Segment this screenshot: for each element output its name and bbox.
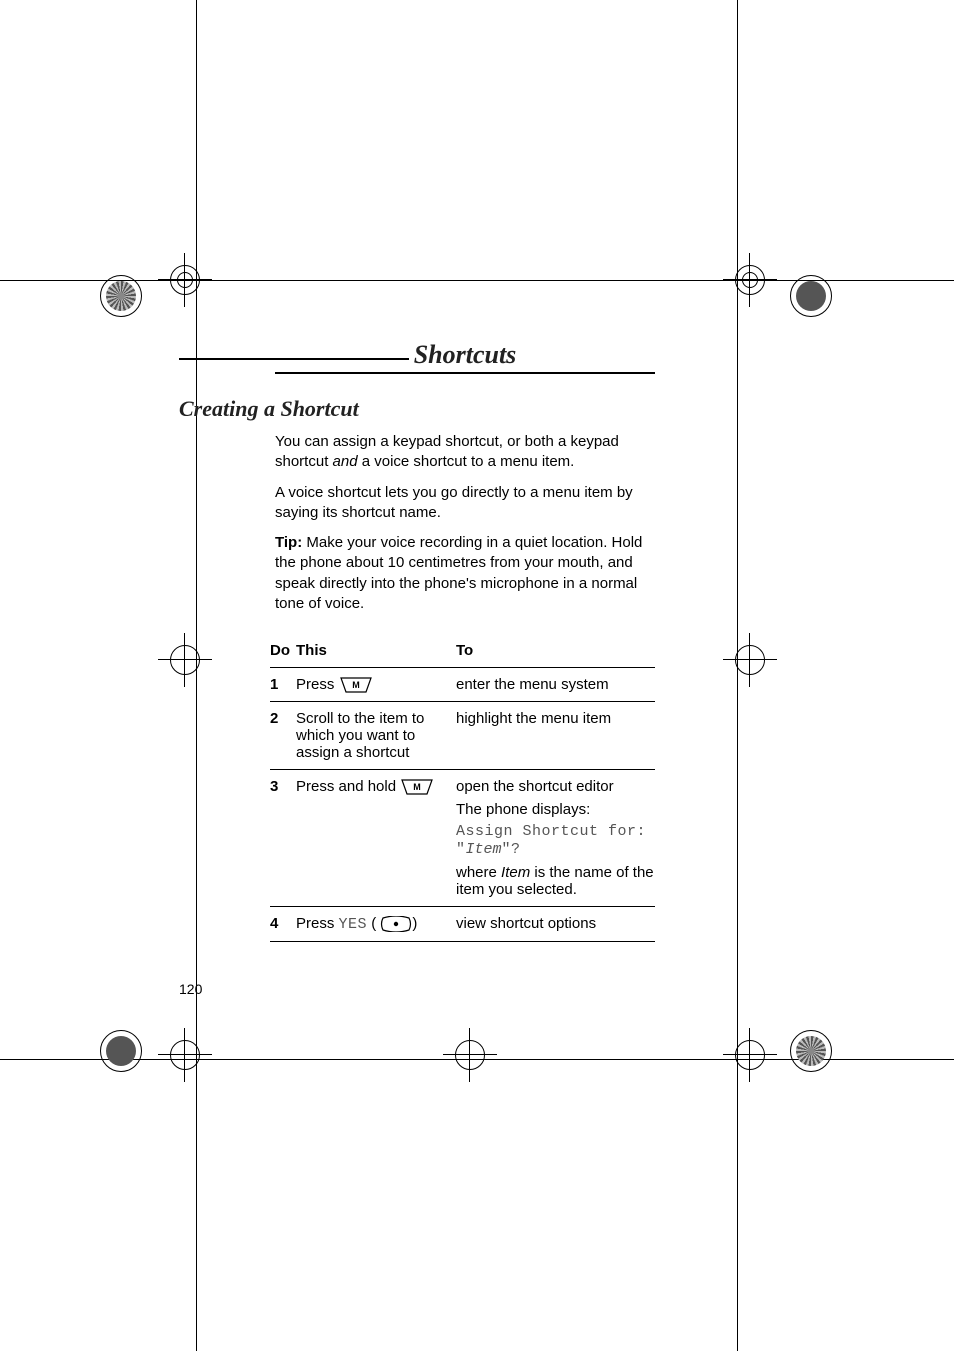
paragraph: You can assign a keypad shortcut, or bot… [275, 432, 655, 473]
step-number: 3 [270, 778, 296, 898]
body-text: You can assign a keypad shortcut, or bot… [275, 432, 655, 614]
text: where Item is the name of the item you s… [456, 864, 655, 898]
step-action: Scroll to the item to which you want to … [296, 710, 456, 761]
col-header-do: Do [270, 642, 296, 659]
lcd-text: "? [502, 841, 521, 858]
section-heading: Creating a Shortcut [179, 396, 655, 422]
softkey-label: YES [339, 916, 368, 933]
step-result: highlight the menu item [456, 710, 655, 761]
text: Press and hold [296, 778, 400, 795]
step-action: Press and hold M [296, 778, 456, 898]
table-row: 4 Press YES ( ) view shortcut options [270, 907, 655, 942]
step-result: view shortcut options [456, 915, 655, 933]
steps-table: Do This To 1 Press M enter the menu syst… [270, 636, 655, 942]
step-action: Press M [296, 676, 456, 693]
paragraph: Tip: Make your voice recording in a quie… [275, 533, 655, 614]
col-header-this: This [296, 642, 456, 659]
step-action: Press YES ( ) [296, 915, 456, 933]
text: ( [367, 915, 376, 932]
step-number: 4 [270, 915, 296, 933]
table-row: 1 Press M enter the menu system [270, 668, 655, 702]
page-number: 120 [179, 981, 202, 997]
table-row: 3 Press and hold M open the shortcut edi… [270, 770, 655, 907]
display-text: Assign Shortcut for: "Item"? [456, 822, 655, 858]
text: Press [296, 676, 339, 693]
chapter-title: Shortcuts [275, 340, 655, 370]
manual-page: Shortcuts Creating a Shortcut You can as… [0, 0, 954, 1351]
text: where [456, 864, 501, 881]
softkey-icon [380, 916, 412, 932]
crop-line [196, 0, 197, 1351]
step-result: open the shortcut editor The phone displ… [456, 778, 655, 898]
text-italic: and [333, 453, 358, 470]
text: ) [412, 915, 417, 932]
page-content: Shortcuts Creating a Shortcut You can as… [275, 340, 655, 942]
text: The phone displays: [456, 801, 655, 818]
text: a voice shortcut to a menu item. [358, 453, 575, 470]
menu-key-icon: M [400, 779, 434, 795]
step-number: 2 [270, 710, 296, 761]
chapter-rule [275, 372, 655, 374]
text: Make your voice recording in a quiet loc… [275, 534, 642, 612]
table-header-row: Do This To [270, 636, 655, 668]
text-italic: Item [501, 864, 530, 881]
step-number: 1 [270, 676, 296, 693]
paragraph: A voice shortcut lets you go directly to… [275, 483, 655, 524]
tip-label: Tip: [275, 534, 302, 551]
lcd-text-italic: Item [466, 841, 502, 858]
step-result: enter the menu system [456, 676, 655, 693]
text: Press [296, 915, 339, 932]
crop-line [737, 0, 738, 1351]
menu-key-icon: M [339, 677, 373, 693]
key-letter: M [352, 680, 360, 690]
text: open the shortcut editor [456, 778, 655, 795]
table-row: 2 Scroll to the item to which you want t… [270, 702, 655, 770]
svg-text:M: M [413, 782, 421, 792]
col-header-to: To [456, 642, 655, 659]
